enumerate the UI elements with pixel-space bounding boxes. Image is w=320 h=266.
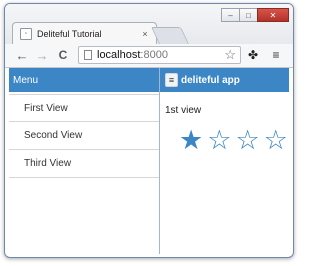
forward-arrow-icon[interactable]: →	[34, 47, 50, 63]
address-bar[interactable]: localhost:8000 ☆	[78, 46, 241, 64]
empty-star-icon[interactable]: ☆	[235, 126, 259, 154]
url-text: localhost:8000	[97, 49, 168, 61]
menu-toggle-button[interactable]: ≡	[165, 73, 178, 87]
browser-menu-icon[interactable]: ≡	[269, 48, 283, 62]
empty-star-icon[interactable]: ☆	[207, 126, 231, 154]
reload-icon[interactable]: C	[55, 47, 71, 63]
close-window-button[interactable]: ✕	[257, 8, 289, 22]
menu-header: Menu	[9, 68, 159, 92]
empty-star-icon[interactable]: ☆	[264, 126, 288, 154]
browser-tab[interactable]: ▫ Deliteful Tutorial ×	[12, 22, 157, 44]
app-title: deliteful app	[181, 74, 240, 86]
back-arrow-icon[interactable]: ←	[14, 47, 30, 63]
puzzle-icon[interactable]: ✤	[246, 48, 260, 62]
filled-star-icon[interactable]: ★	[179, 126, 203, 154]
url-host: localhost	[97, 49, 141, 61]
maximize-button[interactable]: □	[239, 8, 258, 22]
list-item-first-view[interactable]: First View	[9, 94, 159, 122]
page-icon	[84, 50, 92, 60]
tab-title: Deliteful Tutorial	[37, 28, 102, 39]
page-content: Menu First View Second View Third View ≡…	[9, 68, 289, 254]
browser-toolbar: ← → C localhost:8000 ☆ ✤ ≡	[5, 44, 293, 68]
url-port: :8000	[140, 49, 168, 61]
browser-window: ▫ Deliteful Tutorial × – □ ✕ ← → C local…	[4, 3, 294, 258]
side-menu: Menu First View Second View Third View	[9, 68, 160, 254]
view-label: 1st view	[165, 105, 202, 116]
list-item-third-view[interactable]: Third View	[9, 150, 159, 178]
star-rating[interactable]: ★ ☆ ☆ ☆	[179, 126, 289, 154]
menu-title: Menu	[13, 74, 39, 86]
minimize-button[interactable]: –	[221, 8, 240, 22]
page-favicon-icon: ▫	[20, 27, 32, 40]
bookmark-star-icon[interactable]: ☆	[224, 48, 236, 62]
title-bar: ▫ Deliteful Tutorial × – □ ✕	[5, 4, 293, 46]
list-item-second-view[interactable]: Second View	[9, 122, 159, 150]
app-header: ≡ deliteful app	[160, 68, 289, 92]
window-controls: – □ ✕	[221, 8, 289, 22]
tab-close-icon[interactable]: ×	[139, 29, 151, 39]
app-pane: ≡ deliteful app 1st view ★ ☆ ☆ ☆	[160, 68, 289, 254]
